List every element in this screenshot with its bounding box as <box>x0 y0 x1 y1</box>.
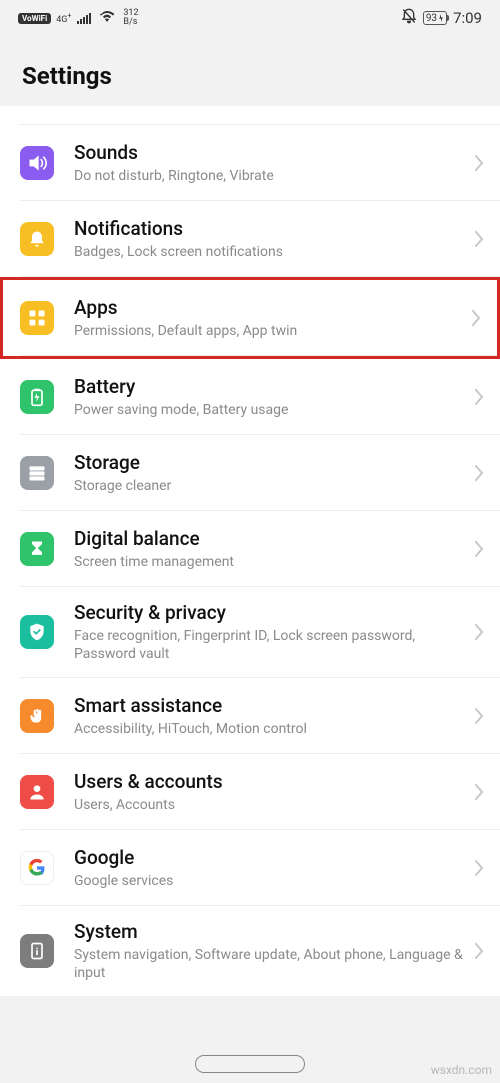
chevron-right-icon <box>474 784 484 800</box>
info-icon <box>20 934 54 968</box>
chevron-right-icon <box>474 708 484 724</box>
network-gen: 4G+ <box>56 12 71 25</box>
wifi-icon <box>99 10 115 26</box>
storage-icon <box>20 456 54 490</box>
item-subtitle: System navigation, Software update, Abou… <box>74 946 466 982</box>
item-title: Storage <box>74 451 466 475</box>
grid-icon <box>20 301 54 335</box>
item-subtitle: Accessibility, HiTouch, Motion control <box>74 720 466 738</box>
list-item-users[interactable]: Users & accounts Users, Accounts <box>0 754 500 830</box>
dnd-icon <box>401 8 417 28</box>
chevron-right-icon <box>471 310 481 326</box>
list-item-sounds[interactable]: Sounds Do not disturb, Ringtone, Vibrate <box>0 125 500 201</box>
status-right: 93 7:09 <box>401 8 482 28</box>
item-subtitle: Badges, Lock screen notifications <box>74 243 466 261</box>
chevron-right-icon <box>474 389 484 405</box>
item-title: Sounds <box>74 141 466 165</box>
list-item-system[interactable]: SystemSystem navigation, Software update… <box>0 906 500 996</box>
list-item-apps[interactable]: Apps Permissions, Default apps, App twin <box>0 277 500 359</box>
item-subtitle: Do not disturb, Ringtone, Vibrate <box>74 167 466 185</box>
battery-icon <box>20 380 54 414</box>
battery-indicator: 93 <box>423 11 447 25</box>
item-title: Apps <box>74 296 463 320</box>
item-title: Google <box>74 846 466 870</box>
hand-icon <box>20 699 54 733</box>
chevron-right-icon <box>474 155 484 171</box>
page-title: Settings <box>0 32 500 106</box>
cellular-signal-icon <box>77 12 91 24</box>
item-subtitle: Google services <box>74 872 466 890</box>
item-subtitle: Permissions, Default apps, App twin <box>74 322 463 340</box>
status-left: VoWiFi 4G+ 312 B/s <box>18 9 139 27</box>
item-title: Battery <box>74 375 466 399</box>
user-icon <box>20 775 54 809</box>
chevron-right-icon <box>474 860 484 876</box>
chevron-right-icon <box>474 465 484 481</box>
chevron-right-icon <box>474 624 484 640</box>
item-subtitle: Power saving mode, Battery usage <box>74 401 466 419</box>
google-icon <box>20 851 54 885</box>
hourglass-icon <box>20 532 54 566</box>
vowifi-indicator: VoWiFi <box>18 13 51 24</box>
network-speed: 312 B/s <box>123 9 138 27</box>
list-item-battery[interactable]: Battery Power saving mode, Battery usage <box>0 359 500 435</box>
item-title: System <box>74 920 466 944</box>
item-subtitle: Storage cleaner <box>74 477 466 495</box>
item-subtitle: Face recognition, Fingerprint ID, Lock s… <box>74 627 466 663</box>
item-title: Security & privacy <box>74 601 466 625</box>
sound-icon <box>20 146 54 180</box>
chevron-right-icon <box>474 943 484 959</box>
list-item-storage[interactable]: Storage Storage cleaner <box>0 435 500 511</box>
list-item-security[interactable]: Security & privacyFace recognition, Fing… <box>0 587 500 678</box>
item-title: Smart assistance <box>74 694 466 718</box>
watermark: wsxdn.com <box>431 1063 492 1077</box>
clock: 7:09 <box>453 9 482 27</box>
list-item-smart_assist[interactable]: Smart assistance Accessibility, HiTouch, … <box>0 678 500 754</box>
list-item-digital_balance[interactable]: Digital balance Screen time management <box>0 511 500 587</box>
item-title: Digital balance <box>74 527 466 551</box>
status-bar: VoWiFi 4G+ 312 B/s 93 7:09 <box>0 0 500 32</box>
item-title: Users & accounts <box>74 770 466 794</box>
list-item-google[interactable]: Google Google services <box>0 830 500 906</box>
item-subtitle: Users, Accounts <box>74 796 466 814</box>
list-item-partial <box>0 106 500 125</box>
bell-icon <box>20 222 54 256</box>
settings-list: Sounds Do not disturb, Ringtone, Vibrate N… <box>0 106 500 996</box>
list-item-notifications[interactable]: Notifications Badges, Lock screen notific… <box>0 201 500 277</box>
chevron-right-icon <box>474 541 484 557</box>
item-title: Notifications <box>74 217 466 241</box>
item-subtitle: Screen time management <box>74 553 466 571</box>
shield-icon <box>20 615 54 649</box>
home-indicator[interactable] <box>195 1055 305 1073</box>
chevron-right-icon <box>474 231 484 247</box>
